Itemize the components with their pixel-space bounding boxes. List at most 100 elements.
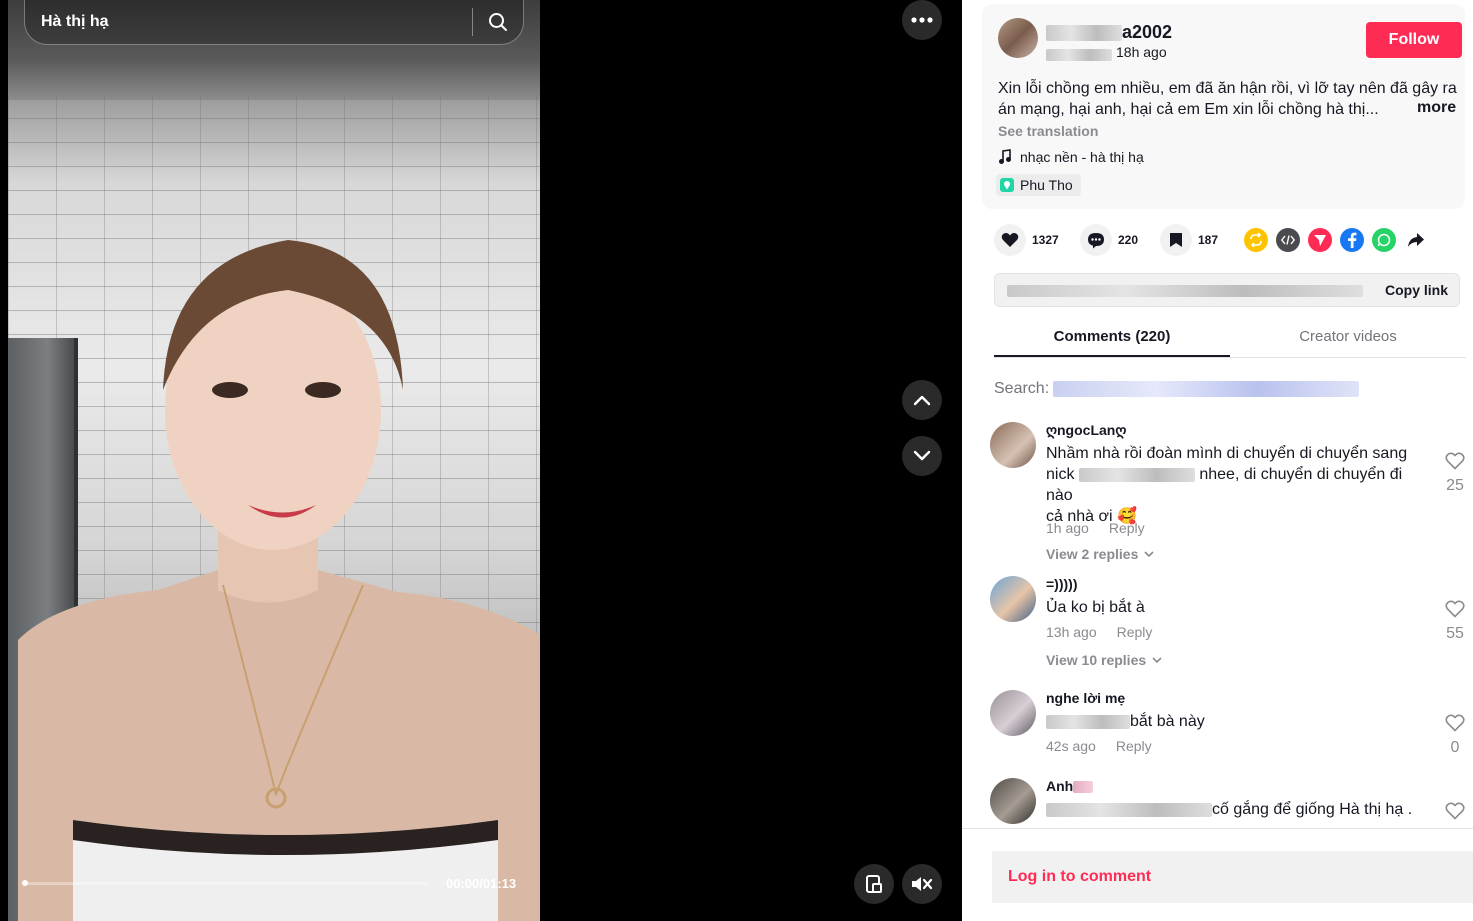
- send-icon: [1314, 235, 1326, 246]
- like-count: 1327: [1032, 233, 1059, 247]
- comment-button[interactable]: [1080, 224, 1112, 256]
- chevron-down-icon: [1152, 657, 1162, 663]
- side-panel: a2002 18h ago Follow Xin lỗi chồng em nh…: [962, 0, 1473, 921]
- commenter-name[interactable]: nghe lời mẹ: [1046, 690, 1125, 706]
- tab-creator-videos[interactable]: Creator videos: [1230, 328, 1466, 345]
- comment-icon: [1088, 232, 1104, 248]
- comment-text-part: nick: [1046, 466, 1075, 483]
- search-button[interactable]: [473, 0, 523, 45]
- comment-like[interactable]: 0: [1442, 714, 1468, 757]
- reply-button[interactable]: Reply: [1109, 520, 1145, 536]
- commenter-avatar[interactable]: [990, 778, 1036, 824]
- redacted-nickname: [1046, 46, 1112, 64]
- save-count: 187: [1198, 233, 1219, 247]
- repost-button[interactable]: [1244, 228, 1268, 252]
- save-action[interactable]: 187: [1160, 224, 1218, 256]
- mute-button[interactable]: [902, 864, 942, 904]
- redacted-search-term: [1053, 381, 1360, 397]
- video-progress-bar[interactable]: [24, 882, 428, 885]
- whatsapp-icon: [1377, 233, 1391, 247]
- comment-item: ღngocLanღ Nhầm nhà rồi đoàn mình di chuy…: [990, 416, 1465, 566]
- comment-like[interactable]: 7: [1442, 802, 1468, 828]
- redacted-share-url: [1007, 285, 1363, 297]
- tab-comments[interactable]: Comments (220): [994, 328, 1230, 345]
- comment-like-count: 25: [1446, 477, 1464, 494]
- repost-icon: [1250, 233, 1262, 247]
- heart-outline-icon: [1445, 600, 1465, 618]
- view-replies-button[interactable]: View 10 replies: [1046, 652, 1162, 668]
- copy-link-button[interactable]: Copy link: [1385, 282, 1448, 298]
- video-frame[interactable]: [8, 0, 540, 921]
- comment-item: Anh cố gắng để giống Hà thị hạ . 7: [990, 772, 1465, 828]
- more-share-button[interactable]: [1404, 228, 1428, 252]
- next-video-button[interactable]: [902, 436, 942, 476]
- video-time: 00:00/01:13: [446, 876, 517, 891]
- embed-button[interactable]: [1276, 228, 1300, 252]
- author-avatar[interactable]: [998, 18, 1038, 58]
- embed-icon: [1281, 235, 1295, 245]
- comment-meta: 13h ago Reply: [1046, 624, 1152, 640]
- commenter-avatar[interactable]: [990, 422, 1036, 468]
- comment-action[interactable]: 220: [1080, 224, 1138, 256]
- redacted-name: [1073, 781, 1094, 794]
- search-input[interactable]: Hà thị hạ: [41, 13, 472, 31]
- active-tab-indicator: [994, 355, 1230, 357]
- music-link[interactable]: nhạc nền - hà thị hạ: [998, 149, 1144, 165]
- mini-player-icon: [866, 875, 882, 893]
- comment-input-area: Log in to comment: [962, 828, 1473, 921]
- location-chip[interactable]: Phu Tho: [996, 174, 1081, 196]
- post-caption: Xin lỗi chồng em nhiều, em đã ăn hận rồi…: [998, 80, 1457, 118]
- comment-like[interactable]: 25: [1442, 452, 1468, 495]
- music-title: nhạc nền - hà thị hạ: [1020, 149, 1144, 165]
- facebook-icon: [1348, 232, 1357, 248]
- author-username[interactable]: a2002: [1046, 22, 1172, 43]
- reply-button[interactable]: Reply: [1117, 624, 1153, 640]
- view-replies-button[interactable]: View 2 replies: [1046, 546, 1154, 562]
- chevron-down-icon: [1144, 551, 1154, 557]
- comment-like[interactable]: 55: [1442, 600, 1468, 643]
- comment-item: nghe lời mẹ bắt bà này 42s ago Reply 0: [990, 684, 1465, 764]
- comment-time: 1h ago: [1046, 520, 1089, 536]
- comment-text-line: nick nhee, di chuyển di chuyển đi nào: [1046, 464, 1418, 506]
- bookmark-icon: [1170, 233, 1182, 247]
- comment-text-part: bắt bà này: [1130, 713, 1205, 730]
- heart-outline-icon: [1445, 714, 1465, 732]
- like-action[interactable]: 1327: [994, 224, 1059, 256]
- search-icon: [489, 13, 507, 31]
- previous-video-button[interactable]: [902, 380, 942, 420]
- comment-count: 220: [1118, 233, 1139, 247]
- share-link-box[interactable]: Copy link: [994, 273, 1460, 307]
- commenter-avatar[interactable]: [990, 576, 1036, 622]
- like-button[interactable]: [994, 224, 1026, 256]
- comment-item: =))))) Ủa ko bị bắt à 13h ago Reply View…: [990, 570, 1465, 680]
- chevron-down-icon: [913, 450, 931, 461]
- commenter-name-text: Anh: [1046, 778, 1074, 794]
- commenter-name[interactable]: ღngocLanღ: [1046, 422, 1126, 439]
- mute-icon: [912, 877, 933, 891]
- whatsapp-share-button[interactable]: [1372, 228, 1396, 252]
- share-arrow-icon: [1408, 233, 1424, 247]
- more-options-button[interactable]: [902, 0, 942, 40]
- facebook-share-button[interactable]: [1340, 228, 1364, 252]
- commenter-name[interactable]: Anh: [1046, 778, 1094, 794]
- chevron-up-icon: [913, 395, 931, 406]
- commenter-avatar[interactable]: [990, 690, 1036, 736]
- video-progress-thumb[interactable]: [22, 880, 28, 886]
- reply-button[interactable]: Reply: [1116, 738, 1152, 754]
- caption-more-link[interactable]: more: [1417, 99, 1456, 117]
- commenter-name[interactable]: =))))): [1046, 576, 1078, 592]
- comment-search-suggestion[interactable]: Search:: [994, 380, 1360, 398]
- see-translation-link[interactable]: See translation: [998, 123, 1098, 139]
- location-name: Phu Tho: [1020, 177, 1073, 193]
- comment-text: bắt bà này: [1046, 711, 1418, 732]
- save-button[interactable]: [1160, 224, 1192, 256]
- follow-button[interactable]: Follow: [1366, 22, 1462, 58]
- search-bar[interactable]: Hà thị hạ: [24, 0, 524, 45]
- redacted-nickname: [1078, 467, 1195, 482]
- login-to-comment-button[interactable]: Log in to comment: [992, 851, 1473, 903]
- comment-meta: 1h ago Reply: [1046, 520, 1145, 536]
- mini-player-button[interactable]: [854, 864, 894, 904]
- view-replies-label: View 10 replies: [1046, 652, 1147, 668]
- send-to-friends-button[interactable]: [1308, 228, 1332, 252]
- redacted-text: [1046, 714, 1130, 729]
